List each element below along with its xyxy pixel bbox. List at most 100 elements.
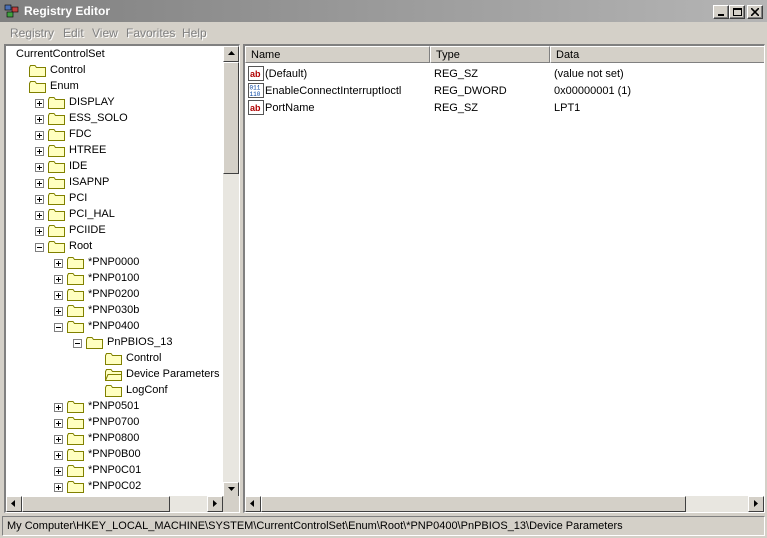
values-hscroll-thumb[interactable] [261, 496, 686, 512]
title-bar[interactable]: Registry Editor [0, 0, 767, 22]
folder-icon [105, 385, 122, 397]
scroll-right-button[interactable] [748, 496, 764, 512]
column-header-type[interactable]: Type [430, 46, 550, 63]
tree-hscroll-thumb[interactable] [22, 496, 170, 512]
menu-favorites[interactable]: Favorites [126, 26, 175, 40]
tree-vscroll-thumb[interactable] [223, 62, 239, 174]
values-pane[interactable]: Name Type Data ab (Default) REG_SZ (valu… [243, 44, 765, 513]
tree-node[interactable]: *PNP0100 [6, 271, 221, 287]
tree-node-label: Control [50, 64, 86, 76]
tree-node[interactable]: Control [6, 351, 221, 367]
key-tree-pane[interactable]: CurrentControlSet Control Enum DISPLAY ESS_S… [4, 44, 240, 513]
tree-node[interactable]: PCI_HAL [6, 207, 221, 223]
expand-icon[interactable] [35, 211, 44, 220]
scroll-right-button[interactable] [207, 496, 223, 512]
string-value-icon: ab [248, 66, 264, 81]
values-horizontal-scrollbar[interactable] [245, 496, 764, 512]
close-button[interactable] [747, 5, 763, 19]
tree-node[interactable]: *PNP0400 [6, 319, 221, 335]
tree-horizontal-scrollbar[interactable] [6, 496, 223, 512]
expand-icon[interactable] [54, 291, 63, 300]
expand-icon[interactable] [54, 259, 63, 268]
tree-node[interactable]: *PNP0000 [6, 255, 221, 271]
tree-node[interactable]: *PNP0C01 [6, 463, 221, 479]
expand-icon[interactable] [54, 403, 63, 412]
tree-node[interactable]: Device Parameters [6, 367, 221, 383]
tree-node[interactable]: *PNP0800 [6, 431, 221, 447]
value-data: (value not set) [554, 68, 624, 80]
column-header-data[interactable]: Data [550, 46, 764, 63]
menu-registry[interactable]: Registry [10, 26, 54, 40]
minimize-button[interactable] [713, 5, 729, 19]
value-name: (Default) [265, 68, 308, 80]
maximize-button[interactable] [729, 5, 745, 19]
expand-icon[interactable] [35, 227, 44, 236]
collapse-icon[interactable] [54, 323, 63, 332]
arrow-up-icon [227, 51, 235, 55]
folder-icon [105, 369, 122, 381]
column-header-name[interactable]: Name [245, 46, 430, 63]
tree-node[interactable]: ESS_SOLO [6, 111, 221, 127]
folder-icon [48, 193, 65, 205]
tree-node[interactable]: Root [6, 239, 221, 255]
menu-bar: Registry Edit View Favorites Help [0, 22, 767, 43]
tree-node[interactable]: *PNP0501 [6, 399, 221, 415]
tree-node[interactable]: ISAPNP [6, 175, 221, 191]
expand-icon[interactable] [54, 307, 63, 316]
scroll-up-button[interactable] [223, 46, 239, 62]
expand-icon[interactable] [54, 451, 63, 460]
tree-node[interactable]: *PNP0200 [6, 287, 221, 303]
binary-value-icon: 011 110 [248, 83, 264, 98]
expand-icon[interactable] [54, 419, 63, 428]
tree-node[interactable]: PCIIDE [6, 223, 221, 239]
expand-icon[interactable] [35, 195, 44, 204]
tree-node[interactable]: IDE [6, 159, 221, 175]
tree-node[interactable]: PCI [6, 191, 221, 207]
expand-icon[interactable] [54, 483, 63, 492]
expand-icon[interactable] [35, 163, 44, 172]
tree-node[interactable]: DISPLAY [6, 95, 221, 111]
tree-node[interactable]: *PNP030b [6, 303, 221, 319]
tree-node[interactable]: *PNP0C02 [6, 479, 221, 495]
value-row[interactable]: ab PortName REG_SZ LPT1 [245, 99, 745, 116]
tree-node[interactable]: LogConf [6, 383, 221, 399]
folder-icon [48, 241, 65, 253]
value-row[interactable]: 011 110 EnableConnectInterruptIoctl REG_… [245, 82, 745, 99]
tree-node[interactable]: Enum [6, 79, 221, 95]
value-data: 0x00000001 (1) [554, 85, 632, 97]
tree-node-label: LogConf [126, 384, 168, 396]
tree-node-label: Enum [50, 80, 79, 92]
collapse-icon[interactable] [73, 339, 82, 348]
folder-icon [48, 113, 65, 125]
tree-node[interactable]: HTREE [6, 143, 221, 159]
folder-icon [67, 433, 84, 445]
expand-icon[interactable] [54, 435, 63, 444]
menu-help[interactable]: Help [182, 26, 207, 40]
scroll-left-button[interactable] [245, 496, 261, 512]
folder-icon [67, 321, 84, 333]
tree-node-label: PnPBIOS_13 [107, 336, 173, 348]
tree-vertical-scrollbar[interactable] [223, 46, 239, 498]
tree-node[interactable]: Control [6, 63, 221, 79]
tree-node[interactable]: *PNP0B00 [6, 447, 221, 463]
expand-icon[interactable] [35, 115, 44, 124]
expand-icon[interactable] [35, 99, 44, 108]
value-type: REG_SZ [434, 68, 479, 80]
expand-icon[interactable] [35, 147, 44, 156]
tree-node[interactable]: PnPBIOS_13 [6, 335, 221, 351]
tree-node-label: IDE [69, 160, 88, 172]
expand-icon[interactable] [54, 275, 63, 284]
menu-view[interactable]: View [92, 26, 118, 40]
expand-icon[interactable] [54, 467, 63, 476]
scroll-left-button[interactable] [6, 496, 22, 512]
tree-node[interactable]: *PNP0700 [6, 415, 221, 431]
folder-icon [86, 337, 103, 349]
menu-edit[interactable]: Edit [63, 26, 84, 40]
expand-icon[interactable] [35, 131, 44, 140]
maximize-icon [732, 8, 742, 16]
tree-node[interactable]: CurrentControlSet [6, 47, 221, 63]
collapse-icon[interactable] [35, 243, 44, 252]
value-row[interactable]: ab (Default) REG_SZ (value not set) [245, 65, 745, 82]
expand-icon[interactable] [35, 179, 44, 188]
tree-node[interactable]: FDC [6, 127, 221, 143]
